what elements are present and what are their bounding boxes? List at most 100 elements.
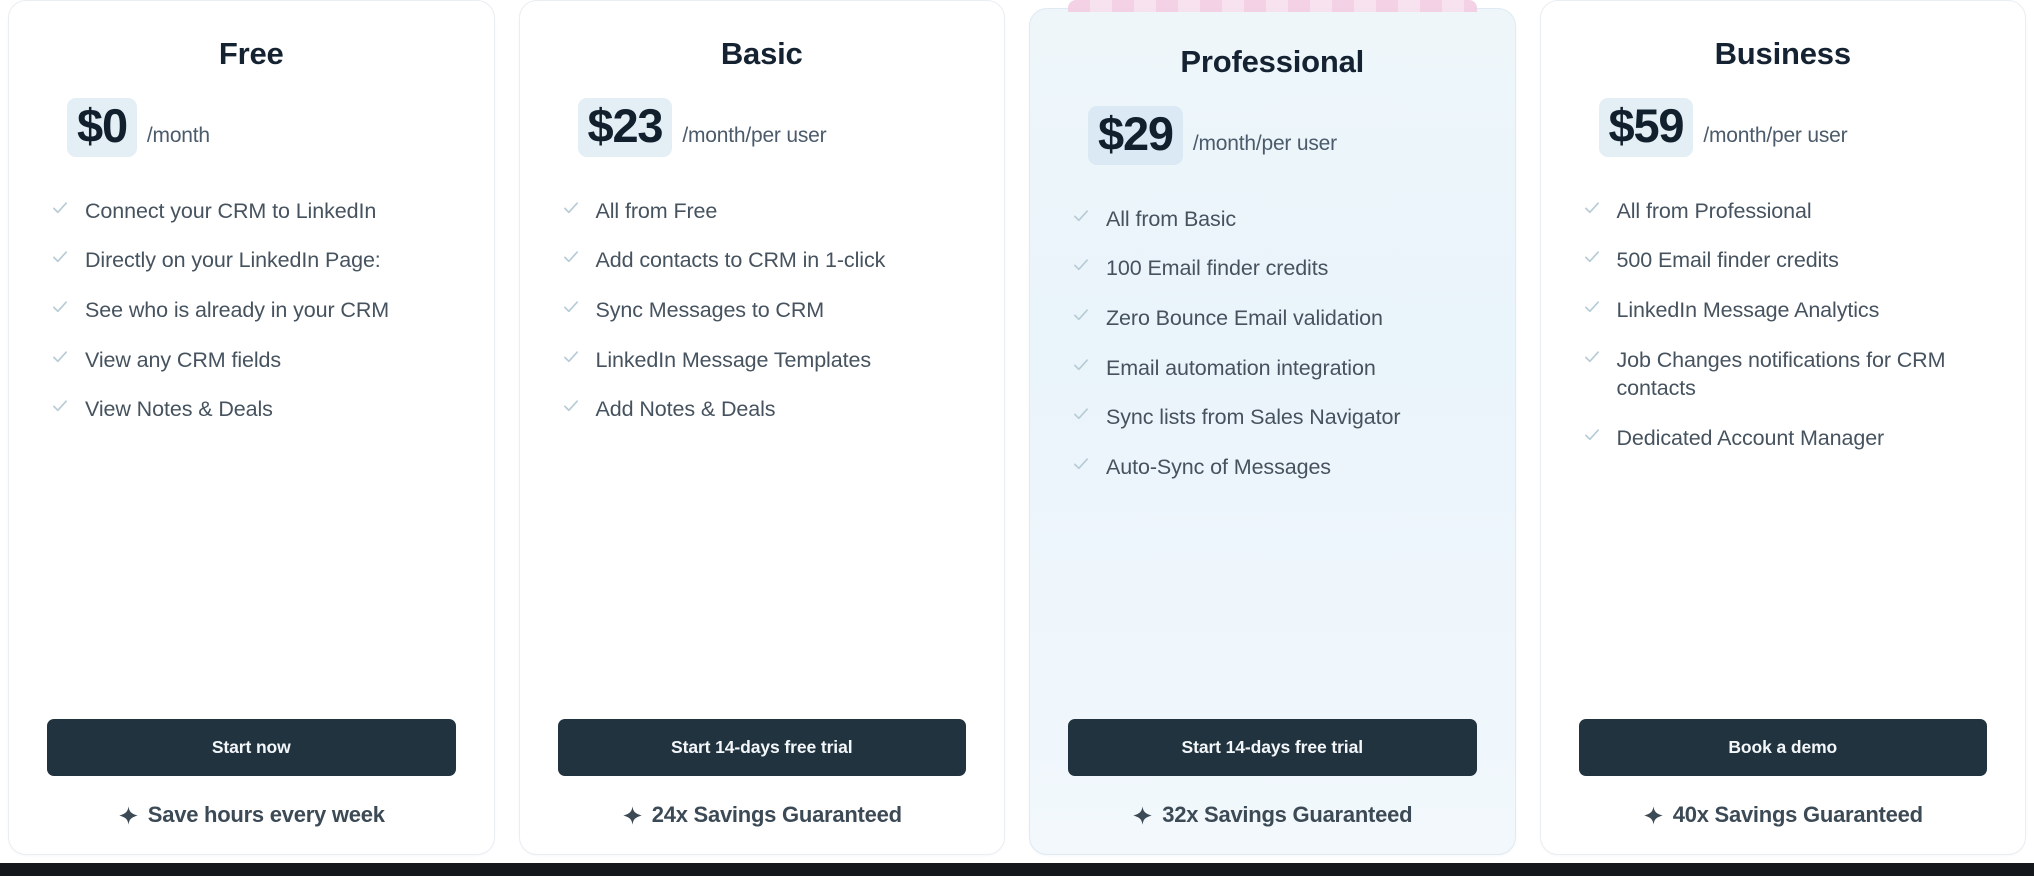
plan-tagline-text-basic: 24x Savings Guaranteed	[651, 802, 902, 827]
plan-price-period-professional: /month/per user	[1192, 132, 1337, 156]
check-icon	[562, 397, 580, 419]
plan-feature-text: Dedicated Account Manager	[1616, 425, 1885, 450]
sparkle-icon	[1132, 805, 1153, 826]
check-icon	[1583, 348, 1601, 370]
plan-feature-item: Email automation integration	[1072, 354, 1477, 383]
plan-feature-text: 100 Email finder credits	[1106, 256, 1329, 281]
check-icon	[1072, 455, 1090, 477]
plan-name-professional: Professional	[1180, 44, 1365, 79]
check-icon	[51, 298, 69, 320]
plan-feature-list-professional: All from Basic 100 Email finder credits …	[1068, 205, 1477, 482]
check-icon	[1072, 207, 1090, 229]
check-icon	[562, 248, 580, 270]
plan-feature-text: Sync Messages to CRM	[595, 298, 825, 322]
check-icon	[51, 348, 69, 370]
plan-price-row: $0 /month	[47, 98, 456, 157]
plan-price-row: $29 /month/per user	[1068, 106, 1477, 165]
plan-feature-text: Job Changes notifications for CRM contac…	[1616, 347, 1946, 401]
plan-feature-item: Directly on your LinkedIn Page:	[51, 246, 456, 275]
plan-feature-item: Zero Bounce Email validation	[1072, 304, 1477, 333]
plan-price-amount-professional: $29	[1088, 106, 1183, 165]
plan-feature-list-business: All from Professional 500 Email finder c…	[1579, 197, 1988, 453]
plan-card-basic: Basic $23 /month/per user All from Free …	[518, 0, 1005, 855]
plan-feature-list-free: Connect your CRM to LinkedIn Directly on…	[47, 197, 456, 424]
plan-price-row: $23 /month/per user	[558, 98, 967, 157]
plan-tagline: Save hours every week	[47, 802, 456, 828]
plan-cta-button-professional[interactable]: Start 14-days free trial	[1068, 719, 1477, 776]
plan-tagline: 32x Savings Guaranteed	[1068, 802, 1477, 828]
plan-price-amount-basic: $23	[577, 98, 673, 157]
plan-feature-list-basic: All from Free Add contacts to CRM in 1-c…	[558, 197, 967, 424]
plan-feature-item: LinkedIn Message Analytics	[1583, 296, 1988, 325]
plan-card-footer: Start now Save hours every week	[47, 719, 456, 854]
check-icon	[1072, 306, 1090, 328]
plan-feature-text: Connect your CRM to LinkedIn	[85, 198, 377, 223]
plan-feature-item: LinkedIn Message Templates	[562, 346, 967, 375]
page-bottom-edge	[0, 863, 2034, 876]
plan-price-amount-business: $59	[1598, 98, 1694, 157]
check-icon	[1583, 199, 1601, 221]
plan-feature-item: Sync lists from Sales Navigator	[1072, 403, 1477, 432]
plan-feature-text: Auto-Sync of Messages	[1106, 454, 1331, 479]
pricing-plan-grid: Free $0 /month Connect your CRM to Linke…	[0, 0, 2034, 863]
plan-feature-item: Dedicated Account Manager	[1583, 424, 1988, 453]
plan-card-footer: Start 14-days free trial 32x Savings Gua…	[1068, 719, 1477, 854]
sparkle-icon	[118, 805, 139, 826]
plan-cta-button-basic[interactable]: Start 14-days free trial	[557, 719, 966, 776]
check-icon	[51, 199, 69, 221]
plan-tagline-text-business: 40x Savings Guaranteed	[1672, 802, 1923, 827]
plan-feature-item: All from Professional	[1583, 197, 1988, 226]
plan-card-footer: Book a demo 40x Savings Guaranteed	[1578, 719, 1988, 854]
plan-feature-text: Sync lists from Sales Navigator	[1106, 405, 1401, 430]
plan-feature-text: LinkedIn Message Analytics	[1616, 298, 1880, 322]
plan-price-period-basic: /month/per user	[682, 124, 827, 148]
check-icon	[1072, 405, 1090, 427]
check-icon	[1583, 248, 1601, 270]
check-icon	[1583, 426, 1601, 448]
plan-feature-text: All from Free	[595, 198, 718, 223]
plan-feature-item: Connect your CRM to LinkedIn	[51, 197, 456, 226]
plan-cta-button-free[interactable]: Start now	[47, 719, 456, 776]
plan-tagline-text-professional: 32x Savings Guaranteed	[1162, 802, 1413, 827]
sparkle-icon	[622, 805, 643, 826]
check-icon	[562, 348, 580, 370]
plan-feature-item: Add Notes & Deals	[562, 395, 967, 424]
plan-feature-text: Zero Bounce Email validation	[1106, 306, 1383, 330]
plan-feature-item: Job Changes notifications for CRM contac…	[1583, 346, 1988, 403]
plan-card-business: Business $59 /month/per user All from Pr…	[1539, 0, 2026, 855]
plan-price-period-business: /month/per user	[1703, 124, 1848, 148]
plan-cta-button-business[interactable]: Book a demo	[1578, 719, 1987, 776]
sparkle-icon	[1643, 805, 1664, 826]
plan-feature-text: Add Notes & Deals	[595, 397, 776, 422]
plan-price-amount-free: $0	[67, 98, 137, 157]
plan-feature-text: 500 Email finder credits	[1616, 248, 1839, 273]
plan-feature-text: All from Basic	[1106, 206, 1237, 231]
plan-feature-text: Email automation integration	[1106, 355, 1376, 380]
plan-feature-item: View any CRM fields	[51, 346, 456, 375]
plan-feature-text: View Notes & Deals	[85, 397, 273, 422]
plan-feature-text: Directly on your LinkedIn Page:	[85, 248, 381, 273]
plan-price-period-free: /month	[146, 124, 210, 148]
check-icon	[562, 199, 580, 221]
plan-tagline: 24x Savings Guaranteed	[558, 802, 967, 828]
plan-name-basic: Basic	[720, 36, 803, 71]
plan-card-professional: Professional $29 /month/per user All fro…	[1029, 0, 1516, 855]
most-popular-ribbon	[1068, 0, 1477, 12]
plan-feature-item: See who is already in your CRM	[51, 296, 456, 325]
plan-feature-item: Sync Messages to CRM	[562, 296, 967, 325]
plan-price-row: $59 /month/per user	[1579, 98, 1988, 157]
check-icon	[51, 248, 69, 270]
plan-feature-text: View any CRM fields	[85, 347, 282, 372]
check-icon	[1072, 356, 1090, 378]
plan-feature-item: 100 Email finder credits	[1072, 254, 1477, 283]
plan-tagline: 40x Savings Guaranteed	[1579, 802, 1988, 828]
plan-feature-item: Add contacts to CRM in 1-click	[562, 246, 967, 275]
plan-name-business: Business	[1714, 36, 1851, 71]
pricing-page: Free $0 /month Connect your CRM to Linke…	[0, 0, 2034, 876]
plan-feature-text: Add contacts to CRM in 1-click	[595, 248, 886, 273]
plan-feature-item: 500 Email finder credits	[1583, 246, 1988, 275]
plan-name-free: Free	[218, 36, 284, 71]
plan-card-free: Free $0 /month Connect your CRM to Linke…	[8, 0, 495, 855]
plan-feature-item: All from Free	[562, 197, 967, 226]
plan-feature-text: See who is already in your CRM	[85, 298, 390, 322]
